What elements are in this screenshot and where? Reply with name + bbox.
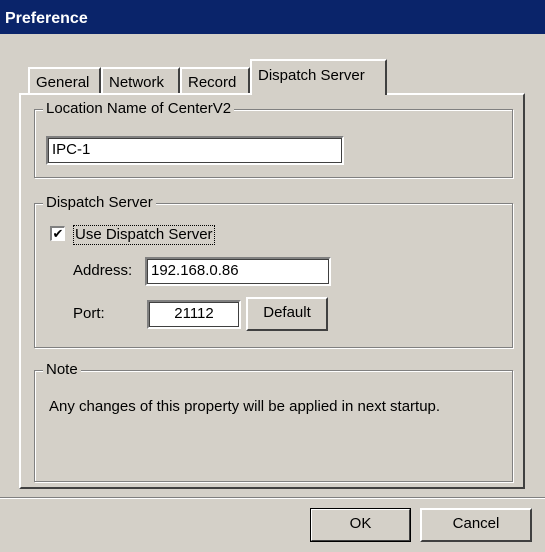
tab-dispatch-server-label: Dispatch Server [258, 67, 365, 84]
footer-separator-highlight [0, 498, 545, 499]
address-input[interactable]: 192.168.0.86 [145, 257, 331, 286]
note-group: Note [34, 361, 513, 482]
checkmark-icon: ✔ [52, 226, 64, 241]
cancel-button[interactable]: Cancel [420, 508, 532, 542]
tab-general[interactable]: General [28, 67, 101, 93]
ok-button-label: OK [349, 515, 372, 532]
port-value: 21112 [174, 305, 214, 322]
address-value: 192.168.0.86 [151, 262, 239, 279]
location-group-label: Location Name of CenterV2 [43, 100, 235, 118]
default-button-label: Default [263, 304, 311, 321]
note-group-label: Note [43, 361, 81, 379]
address-label: Address: [73, 262, 133, 279]
use-dispatch-server-label[interactable]: Use Dispatch Server [73, 225, 215, 245]
cancel-button-label: Cancel [452, 515, 500, 532]
preference-dialog: Preference General Network Record Dispat… [0, 0, 545, 552]
tab-dispatch-server[interactable]: Dispatch Server [250, 59, 387, 95]
tab-network-label: Network [109, 74, 165, 91]
use-dispatch-server-text: Use Dispatch Server [75, 226, 213, 243]
port-label: Port: [73, 305, 105, 322]
note-text: Any changes of this property will be app… [49, 398, 441, 415]
location-name-input[interactable]: IPC-1 [46, 136, 344, 165]
default-button[interactable]: Default [246, 297, 328, 331]
ok-button[interactable]: OK [310, 508, 411, 542]
dispatch-server-group-label: Dispatch Server [43, 194, 156, 212]
tab-network[interactable]: Network [101, 67, 180, 93]
window-title: Preference [5, 10, 88, 27]
use-dispatch-server-checkbox[interactable]: ✔ [50, 226, 65, 241]
title-bar: Preference [0, 0, 545, 34]
location-name-value: IPC-1 [52, 141, 91, 158]
port-input[interactable]: 21112 [147, 300, 241, 329]
tab-record[interactable]: Record [180, 67, 250, 93]
tab-record-label: Record [188, 74, 237, 91]
tab-general-label: General [36, 74, 90, 91]
